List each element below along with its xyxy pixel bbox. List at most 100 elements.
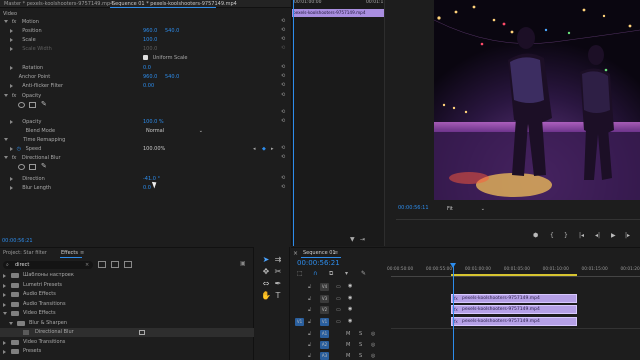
track-header[interactable]: 🔓︎ A3 M S ◎ bbox=[291, 351, 391, 360]
filter-icon[interactable]: ▼ bbox=[350, 236, 355, 243]
lock-icon[interactable]: 🔓︎ bbox=[308, 319, 311, 325]
eye-icon[interactable]: ◉ bbox=[348, 318, 352, 324]
timeline-clip[interactable]: pexels-koolshooters-9757149.mp4 fx bbox=[451, 305, 577, 314]
effects-tree-item[interactable]: Lumetri Presets bbox=[0, 281, 254, 290]
antiflicker-value[interactable]: 0.00 bbox=[143, 82, 154, 91]
type-tool-icon[interactable]: T bbox=[273, 291, 283, 301]
blend-mode-select[interactable]: Normal ⌄ bbox=[143, 128, 205, 135]
mute-icon[interactable]: M bbox=[346, 342, 350, 348]
reset-icon[interactable]: ⟲ bbox=[281, 73, 285, 79]
opacity-value[interactable]: 100.0 % bbox=[143, 118, 164, 127]
solo-icon[interactable]: S bbox=[359, 331, 362, 337]
hand-tool-icon[interactable]: ✋ bbox=[261, 291, 271, 301]
time-remap-header[interactable]: Time Remapping bbox=[4, 136, 65, 145]
monitor-scrubber[interactable] bbox=[396, 219, 640, 224]
track-header[interactable]: 🔓︎ V2 ▭ ◉ bbox=[291, 305, 391, 315]
expand-icon[interactable] bbox=[3, 302, 6, 307]
anchor-x-value[interactable]: 960.0 bbox=[143, 73, 157, 82]
mark-in-icon[interactable]: { bbox=[550, 231, 554, 241]
frame-back-icon[interactable]: ◂| bbox=[595, 231, 600, 241]
reset-icon[interactable]: ⟲ bbox=[281, 82, 285, 88]
reset-icon[interactable]: ⟲ bbox=[281, 118, 285, 124]
pen-mask-icon[interactable]: ✎ bbox=[41, 162, 47, 170]
track-header[interactable]: V1 🔓︎ V1 ▭ ◉ bbox=[291, 317, 391, 327]
track-target-button[interactable]: V4 bbox=[320, 283, 329, 291]
sync-lock-icon[interactable]: ▭ bbox=[336, 319, 341, 325]
expand-icon[interactable] bbox=[3, 283, 6, 288]
work-area-bar[interactable] bbox=[451, 274, 577, 276]
reset-icon[interactable]: ⟲ bbox=[281, 109, 285, 115]
source-patch-button[interactable]: V1 bbox=[295, 317, 304, 326]
reset-icon[interactable]: ⟲ bbox=[281, 154, 285, 160]
mini-timeline-clip[interactable]: pexels-koolshooters-9757149.mp4 bbox=[292, 9, 384, 17]
effects-tree-item[interactable]: Blur & Sharpen bbox=[0, 319, 254, 328]
reset-icon[interactable]: ⟲ bbox=[281, 145, 285, 151]
expand-icon[interactable] bbox=[3, 340, 6, 345]
next-keyframe-icon[interactable]: ▸ bbox=[271, 145, 274, 154]
32bit-effects-icon[interactable] bbox=[111, 261, 119, 268]
uniform-scale-row[interactable]: Uniform Scale bbox=[143, 54, 188, 63]
effects-tree-item[interactable]: Video Transitions bbox=[0, 338, 254, 347]
slip-tool-icon[interactable]: ⇔ bbox=[261, 279, 271, 289]
lock-icon[interactable]: 🔓︎ bbox=[308, 342, 311, 348]
position-y-value[interactable]: 540.0 bbox=[165, 27, 179, 36]
mark-out-icon[interactable]: } bbox=[564, 231, 568, 241]
lock-icon[interactable]: 🔓︎ bbox=[308, 331, 311, 337]
reset-icon[interactable]: ⟲ bbox=[281, 92, 285, 98]
reset-icon[interactable]: ⟲ bbox=[281, 36, 285, 42]
ripple-edit-tool-icon[interactable]: ✥ bbox=[261, 267, 271, 277]
add-keyframe-icon[interactable]: ◆ bbox=[262, 145, 266, 154]
expand-icon[interactable] bbox=[3, 293, 6, 297]
nest-sequence-icon[interactable]: ⬚ bbox=[297, 270, 303, 277]
reset-icon[interactable]: ⟲ bbox=[281, 64, 285, 70]
effects-tree-item[interactable]: Directional Blur bbox=[0, 328, 254, 337]
reset-icon[interactable]: ⟲ bbox=[281, 27, 285, 33]
selection-tool-icon[interactable]: ➤ bbox=[261, 255, 271, 265]
clear-search-icon[interactable]: × bbox=[85, 261, 89, 269]
linked-selection-icon[interactable]: ⧉ bbox=[329, 270, 333, 278]
search-input[interactable]: direct bbox=[15, 261, 29, 269]
rotation-value[interactable]: 0.0 bbox=[143, 64, 151, 73]
track-target-button[interactable]: A1 bbox=[320, 330, 329, 338]
eye-icon[interactable]: ◉ bbox=[348, 306, 352, 312]
timeline-timecode[interactable]: 00:00:56:21 bbox=[297, 259, 340, 267]
reset-icon[interactable]: ⟲ bbox=[281, 175, 285, 181]
reset-icon[interactable]: ⟲ bbox=[281, 18, 285, 24]
effects-tree-item[interactable]: Шаблоны настроек bbox=[0, 271, 254, 280]
effects-tree-item[interactable]: Video Effects bbox=[0, 309, 254, 318]
timeline-clip[interactable]: pexels-koolshooters-9757149.mp4 fx bbox=[451, 316, 577, 326]
add-marker-icon[interactable]: ⬢ bbox=[533, 231, 538, 241]
eye-icon[interactable]: ◉ bbox=[348, 295, 352, 301]
track-header[interactable]: 🔓︎ A1 M S ◎ bbox=[291, 329, 391, 339]
wrench-icon[interactable]: ✎ bbox=[361, 270, 366, 277]
track-header[interactable]: 🔓︎ V3 ▭ ◉ bbox=[291, 294, 391, 304]
rectangle-mask-icon[interactable] bbox=[29, 102, 36, 108]
tab-master[interactable]: Master * pexels-koolshooters-9757149.mp4 bbox=[4, 0, 113, 9]
lock-icon[interactable]: 🔓︎ bbox=[308, 296, 311, 302]
add-marker-icon[interactable]: ▾ bbox=[345, 270, 348, 277]
mic-icon[interactable]: ◎ bbox=[371, 342, 375, 348]
collapse-icon[interactable] bbox=[3, 312, 7, 315]
prev-keyframe-icon[interactable]: ◂ bbox=[253, 145, 256, 154]
accelerated-effects-icon[interactable] bbox=[98, 261, 106, 268]
effects-tree-item[interactable]: Audio Transitions bbox=[0, 300, 254, 309]
pen-mask-icon[interactable]: ✎ bbox=[41, 100, 47, 108]
ellipse-mask-icon[interactable] bbox=[18, 102, 25, 108]
mic-icon[interactable]: ◎ bbox=[371, 353, 375, 359]
mute-icon[interactable]: M bbox=[346, 331, 350, 337]
position-x-value[interactable]: 960.0 bbox=[143, 27, 157, 36]
step-back-icon[interactable]: |◂ bbox=[579, 231, 584, 241]
track-area[interactable]: pexels-koolshooters-9757149.mp4 fx pexels-… bbox=[391, 263, 640, 360]
eye-icon[interactable]: ◉ bbox=[348, 283, 352, 289]
track-header[interactable]: 🔓︎ V4 ▭ ◉ bbox=[291, 282, 391, 292]
sync-lock-icon[interactable]: ▭ bbox=[336, 296, 341, 302]
track-target-button[interactable]: V1 bbox=[320, 317, 329, 326]
new-bin-icon[interactable]: ▣ bbox=[240, 260, 246, 267]
rectangle-mask-icon[interactable] bbox=[29, 164, 36, 170]
anchor-y-value[interactable]: 540.0 bbox=[165, 73, 179, 82]
video-frame[interactable] bbox=[434, 0, 640, 200]
effects-tree-item[interactable]: Presets bbox=[0, 347, 254, 356]
track-target-button[interactable]: V2 bbox=[320, 306, 329, 314]
solo-icon[interactable]: S bbox=[359, 342, 362, 348]
frame-forward-icon[interactable]: |▸ bbox=[625, 231, 630, 241]
